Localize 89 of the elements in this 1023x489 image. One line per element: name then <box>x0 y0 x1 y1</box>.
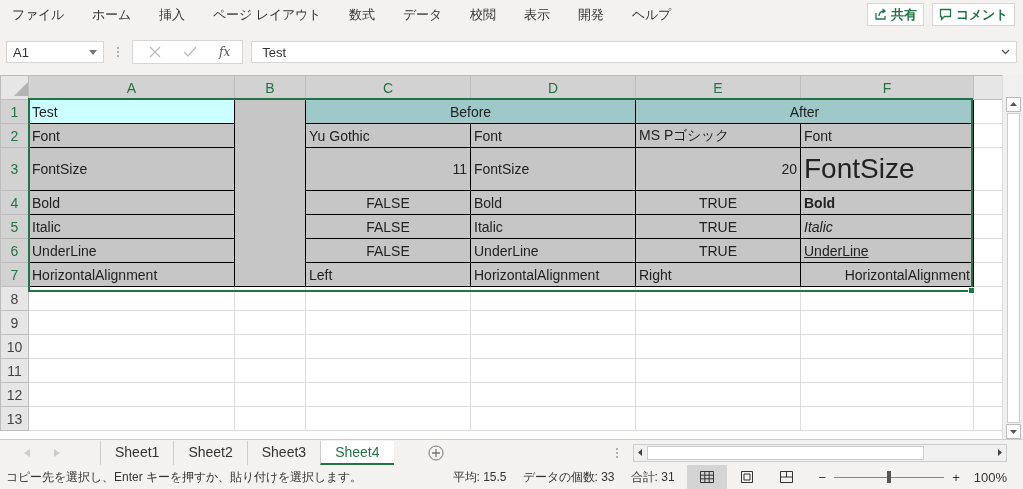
average-readout: 平均: 15.5 <box>452 468 507 486</box>
slider-thumb[interactable] <box>887 471 892 483</box>
table-cell: Font <box>28 123 235 148</box>
table-cell: Left <box>305 262 471 287</box>
table-cell: Before <box>305 99 636 124</box>
table-cell: HorizontalAlignment <box>470 262 636 287</box>
row-header[interactable]: 7 <box>0 262 29 287</box>
row-header[interactable]: 5 <box>0 214 29 239</box>
share-icon <box>874 8 887 22</box>
table-cell: HorizontalAlignment <box>28 262 235 287</box>
column-header[interactable]: B <box>234 75 306 100</box>
row-header[interactable]: 3 <box>0 147 29 191</box>
share-button[interactable]: 共有 <box>867 3 924 27</box>
table-cell: TRUE <box>635 214 801 239</box>
scroll-down-icon[interactable] <box>1005 424 1021 440</box>
table-cell: 20 <box>635 147 801 191</box>
table-cell: FALSE <box>305 214 471 239</box>
add-sheet-icon[interactable] <box>427 444 444 461</box>
comment-button[interactable]: コメント <box>932 3 1015 27</box>
table-cell: 11 <box>305 147 471 191</box>
menu-item[interactable]: 挿入 <box>159 5 185 24</box>
column-header[interactable]: F <box>800 75 974 100</box>
table-cell: FontSize <box>800 147 974 191</box>
column-header[interactable]: D <box>470 75 636 100</box>
table-cell: FontSize <box>28 147 235 191</box>
table-cell: TRUE <box>635 238 801 263</box>
row-header[interactable]: 4 <box>0 190 29 215</box>
row-header[interactable]: 2 <box>0 123 29 148</box>
table-cell: Italic <box>28 214 235 239</box>
column-header[interactable]: A <box>28 75 235 100</box>
table-cell: Yu Gothic <box>305 123 471 148</box>
menu-item[interactable]: 開発 <box>577 5 604 24</box>
table-cell: Right <box>635 262 801 287</box>
formula-field[interactable]: Test <box>251 41 1017 64</box>
zoom-out-button[interactable]: − <box>818 469 827 485</box>
normal-view-button[interactable] <box>686 465 727 489</box>
table-cell: UnderLine <box>470 238 636 263</box>
row-header[interactable]: 1 <box>0 99 29 124</box>
drag-handle-icon <box>116 46 120 59</box>
menu-item[interactable]: 数式 <box>348 5 375 24</box>
row-header[interactable]: 9 <box>0 310 29 335</box>
insert-function-button[interactable]: fx <box>219 45 231 60</box>
sheet-tab[interactable]: Sheet1 <box>100 440 174 465</box>
check-icon[interactable] <box>183 46 197 59</box>
menu-item[interactable]: 表示 <box>523 5 550 24</box>
table-cell: UnderLine <box>28 238 235 263</box>
table-cell: FALSE <box>305 190 471 215</box>
chevron-down-icon <box>1001 49 1010 56</box>
caret-icon <box>89 49 97 55</box>
table-cell: Bold <box>28 190 235 215</box>
sum-readout: 合計: 31 <box>630 468 675 486</box>
table-cell: FontSize <box>470 147 636 191</box>
row-header[interactable]: 13 <box>0 406 29 431</box>
menu-item[interactable]: データ <box>402 5 442 24</box>
column-header[interactable]: E <box>635 75 801 100</box>
table-cell: Bold <box>470 190 636 215</box>
sheet-tab[interactable]: Sheet2 <box>173 440 247 465</box>
speech-bubble-icon <box>939 8 952 22</box>
menu-item[interactable]: 校閲 <box>469 5 496 24</box>
menu-item[interactable]: ページ レイアウト <box>213 5 321 24</box>
horizontal-scrollbar[interactable] <box>633 443 1007 462</box>
drag-handle-icon[interactable] <box>615 446 619 459</box>
menu-item[interactable]: ホーム <box>92 5 131 24</box>
row-header[interactable]: 6 <box>0 238 29 263</box>
table-cell: Font <box>470 123 636 148</box>
menu-item[interactable]: ファイル <box>12 5 64 24</box>
status-message: コピー先を選択し、Enter キーを押すか、貼り付けを選択します。 <box>6 468 362 486</box>
scroll-thumb[interactable] <box>1006 113 1020 424</box>
table-cell: FALSE <box>305 238 471 263</box>
table-cell: TRUE <box>635 190 801 215</box>
grid-icon <box>699 471 714 483</box>
table-cell: Test <box>28 99 235 124</box>
name-box[interactable]: A1 <box>6 41 104 64</box>
table-cell: MS Pゴシック <box>635 123 801 148</box>
row-header[interactable]: 10 <box>0 334 29 359</box>
table-cell: Italic <box>470 214 636 239</box>
zoom-level[interactable]: 100% <box>973 469 1007 485</box>
sheet-tab[interactable]: Sheet4 <box>320 440 394 465</box>
scroll-up-icon[interactable] <box>1005 97 1021 113</box>
row-header[interactable]: 11 <box>0 358 29 383</box>
row-header[interactable]: 12 <box>0 382 29 407</box>
page-break-icon <box>780 471 794 483</box>
menu-item[interactable]: ヘルプ <box>631 5 671 24</box>
count-readout: データの個数: 33 <box>522 468 615 486</box>
row-header[interactable]: 8 <box>0 286 29 311</box>
zoom-in-button[interactable]: + <box>952 469 960 485</box>
page-icon <box>740 471 753 483</box>
column-header[interactable]: C <box>305 75 471 100</box>
table-cell: After <box>635 99 974 124</box>
